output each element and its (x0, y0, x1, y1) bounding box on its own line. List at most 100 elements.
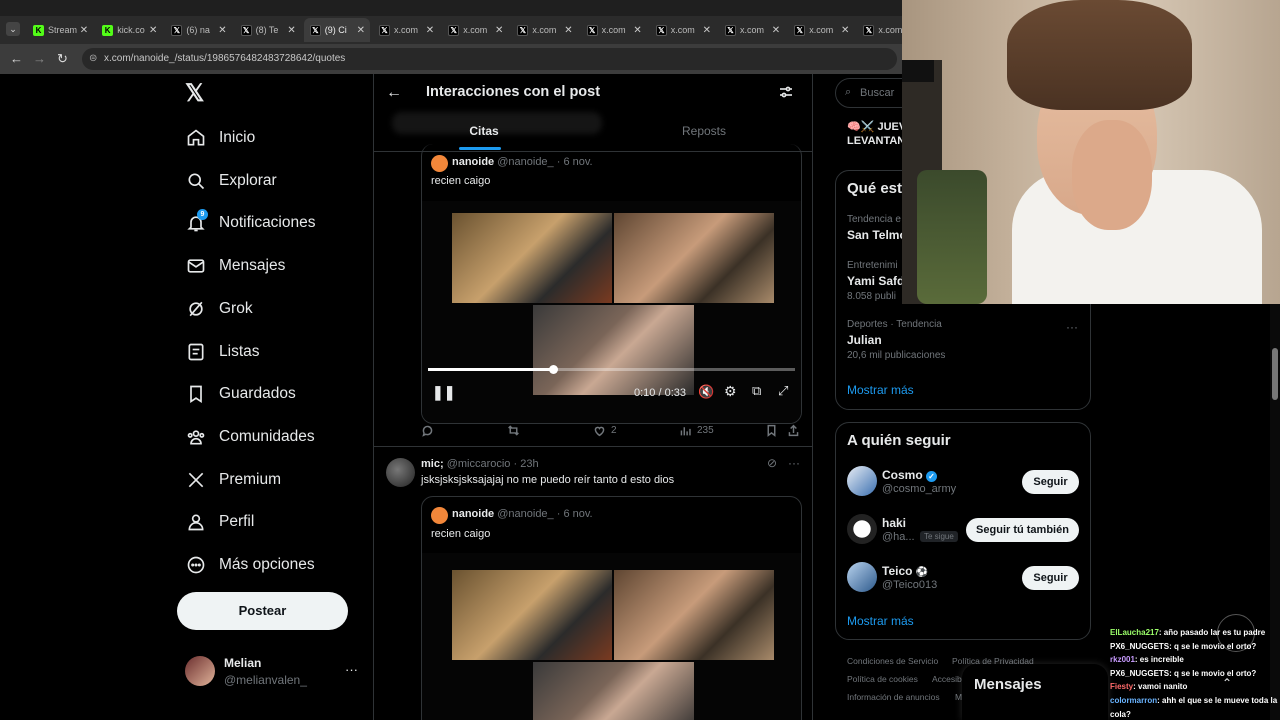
account-more-icon[interactable]: ··· (345, 662, 358, 677)
browser-tab[interactable]: 𝕏 (8) Te ✕ (235, 18, 301, 42)
post-author-avatar[interactable] (386, 458, 415, 487)
follow-name-line[interactable]: Cosmo ✓ (882, 468, 938, 482)
tab-close-icon[interactable]: ✕ (78, 25, 90, 36)
follow-button[interactable]: Seguir (1022, 470, 1079, 494)
forward-icon[interactable]: → (33, 51, 46, 66)
post-button[interactable]: Postear (177, 592, 348, 630)
chat-username[interactable]: Fiesty (1110, 682, 1133, 691)
follow-show-more[interactable]: Mostrar más (847, 614, 914, 628)
tab-close-icon[interactable]: ✕ (424, 25, 436, 36)
trend-item[interactable]: Tendencia e San Telmo (847, 214, 907, 245)
video-settings-icon[interactable]: ⚙ (724, 383, 737, 400)
browser-tab[interactable]: 𝕏x.com ✕ (442, 18, 508, 42)
page-scrollbar-thumb[interactable] (1272, 348, 1278, 400)
sidebar-item-notificaciones[interactable]: 9 Notificaciones (185, 203, 316, 243)
tab-close-icon[interactable]: ✕ (147, 25, 159, 36)
tab-close-icon[interactable]: ✕ (701, 25, 713, 36)
trend-item[interactable]: Entretenimi Yami Safd 8.058 publi (847, 260, 904, 302)
browser-tab[interactable]: 𝕏x.com ✕ (581, 18, 647, 42)
sidebar-item-premium[interactable]: Premium (185, 460, 281, 500)
tab-close-icon[interactable]: ✕ (632, 25, 644, 36)
sidebar-item-inicio[interactable]: Inicio (185, 118, 255, 158)
tab-close-icon[interactable]: ✕ (562, 25, 574, 36)
video-player-2[interactable] (422, 553, 801, 720)
sidebar-item-mas-opciones[interactable]: Más opciones (185, 545, 315, 585)
follow-name-line[interactable]: Teico ⚽ (882, 564, 928, 578)
browser-tab[interactable]: 𝕏x.com ✕ (650, 18, 716, 42)
site-info-icon[interactable]: ⊜ (89, 48, 97, 70)
sidebar-item-comunidades[interactable]: Comunidades (185, 417, 315, 457)
pause-icon[interactable]: ❚❚ (432, 384, 455, 401)
share-action[interactable] (787, 424, 805, 437)
grok-post-icon[interactable]: ⊘ (767, 456, 777, 470)
picture-in-picture-icon[interactable]: ⧉ (752, 383, 761, 399)
chat-username[interactable]: rkz001 (1110, 655, 1135, 664)
views-action[interactable]: 235 (679, 424, 714, 437)
tab-close-icon[interactable]: ✕ (216, 25, 228, 36)
follow-avatar[interactable] (847, 514, 877, 544)
follow-name-line[interactable]: haki (882, 516, 906, 530)
sidebar-item-grok[interactable]: Grok (185, 289, 253, 329)
browser-tab[interactable]: 𝕏 (6) na ✕ (165, 18, 231, 42)
trends-show-more[interactable]: Mostrar más (847, 383, 914, 397)
live-banner[interactable]: 🧠⚔️ JUEV LEVANTAN (847, 120, 906, 148)
back-arrow-icon[interactable]: ← (386, 84, 402, 102)
trend-item[interactable]: Deportes · Tendencia Julian 20,6 mil publi… (847, 319, 945, 361)
follow-button[interactable]: Seguir (1022, 566, 1079, 590)
like-action[interactable]: 2 (593, 424, 617, 437)
quoted-post-card[interactable]: nanoide @nanoide_ · 6 nov. recien caigo … (421, 144, 802, 424)
sidebar-item-listas[interactable]: Listas (185, 332, 260, 372)
video-player[interactable]: ❚❚ 0:10 / 0:33 🔇 ⚙ ⧉ ⤢ (422, 201, 801, 423)
sidebar-item-guardados[interactable]: Guardados (185, 374, 296, 414)
post-more-icon[interactable]: ··· (788, 456, 800, 470)
browser-tab[interactable]: 𝕏 (9) Ci ✕ (303, 18, 370, 42)
quoted-post-card-2[interactable]: nanoide @nanoide_ · 6 nov. recien caigo (421, 496, 802, 720)
follow-avatar[interactable] (847, 562, 877, 592)
browser-tab[interactable]: 𝕏x.com ✕ (511, 18, 577, 42)
messages-drawer[interactable]: Mensajes (962, 664, 1108, 720)
footer-link[interactable]: Política de cookies (847, 674, 918, 684)
sidebar-item-mensajes[interactable]: Mensajes (185, 246, 285, 286)
chat-username[interactable]: colormarron (1110, 696, 1157, 705)
bookmark-action[interactable] (765, 424, 783, 437)
fullscreen-icon[interactable]: ⤢ (778, 383, 788, 399)
tab-close-icon[interactable]: ✕ (839, 25, 851, 36)
footer-link[interactable]: Condiciones de Servicio (847, 656, 938, 666)
follow-button[interactable]: Seguir tú también (966, 518, 1079, 542)
video-scrubber-handle[interactable] (548, 365, 558, 374)
repost-action[interactable] (507, 424, 525, 437)
footer-link[interactable]: Accesib (932, 674, 962, 684)
chat-username[interactable]: ElLaucha217 (1110, 628, 1159, 637)
browser-tab[interactable]: 𝕏x.com ✕ (719, 18, 785, 42)
account-avatar[interactable] (185, 656, 215, 686)
page-scrollbar-track[interactable] (1270, 304, 1280, 720)
browser-tab[interactable]: K Stream ✕ (27, 18, 93, 42)
footer-link[interactable]: Información de anuncios (847, 692, 940, 702)
back-icon[interactable]: ← (10, 51, 23, 66)
browser-tab[interactable]: 𝕏x.com ✕ (788, 18, 854, 42)
follow-avatar[interactable] (847, 466, 877, 496)
reply-action[interactable] (421, 424, 439, 437)
post-time[interactable]: · 23h (513, 458, 538, 470)
tab-search-button[interactable]: ⌄ (6, 22, 20, 36)
tab-close-icon[interactable]: ✕ (286, 25, 298, 36)
filter-settings-icon[interactable] (778, 84, 794, 100)
post-author-name[interactable]: mic; (421, 458, 444, 470)
mute-icon[interactable]: 🔇 (698, 384, 714, 400)
tab-close-icon[interactable]: ✕ (770, 25, 782, 36)
trend-more-icon[interactable]: ··· (1066, 320, 1078, 334)
browser-tab[interactable]: Kkick.co ✕ (96, 18, 162, 42)
sidebar-item-explorar[interactable]: Explorar (185, 161, 277, 201)
video-frame-right (614, 213, 774, 303)
reload-icon[interactable]: ↻ (57, 51, 68, 67)
url-field[interactable]: ⊜ x.com/nanoide_/status/1986576482483728… (82, 48, 897, 70)
collapse-icon[interactable]: ⌃ (1222, 676, 1232, 690)
tab-close-icon[interactable]: ✕ (355, 25, 367, 36)
x-logo-icon[interactable]: 𝕏 (185, 82, 209, 106)
tab-close-icon[interactable]: ✕ (493, 25, 505, 36)
post-author-handle[interactable]: @miccarocio (447, 458, 511, 470)
browser-tab[interactable]: 𝕏x.com ✕ (373, 18, 439, 42)
sidebar-item-perfil[interactable]: Perfil (185, 502, 254, 542)
chat-username[interactable]: PX6_NUGGETS (1110, 642, 1169, 651)
chat-username[interactable]: PX6_NUGGETS (1110, 669, 1169, 678)
